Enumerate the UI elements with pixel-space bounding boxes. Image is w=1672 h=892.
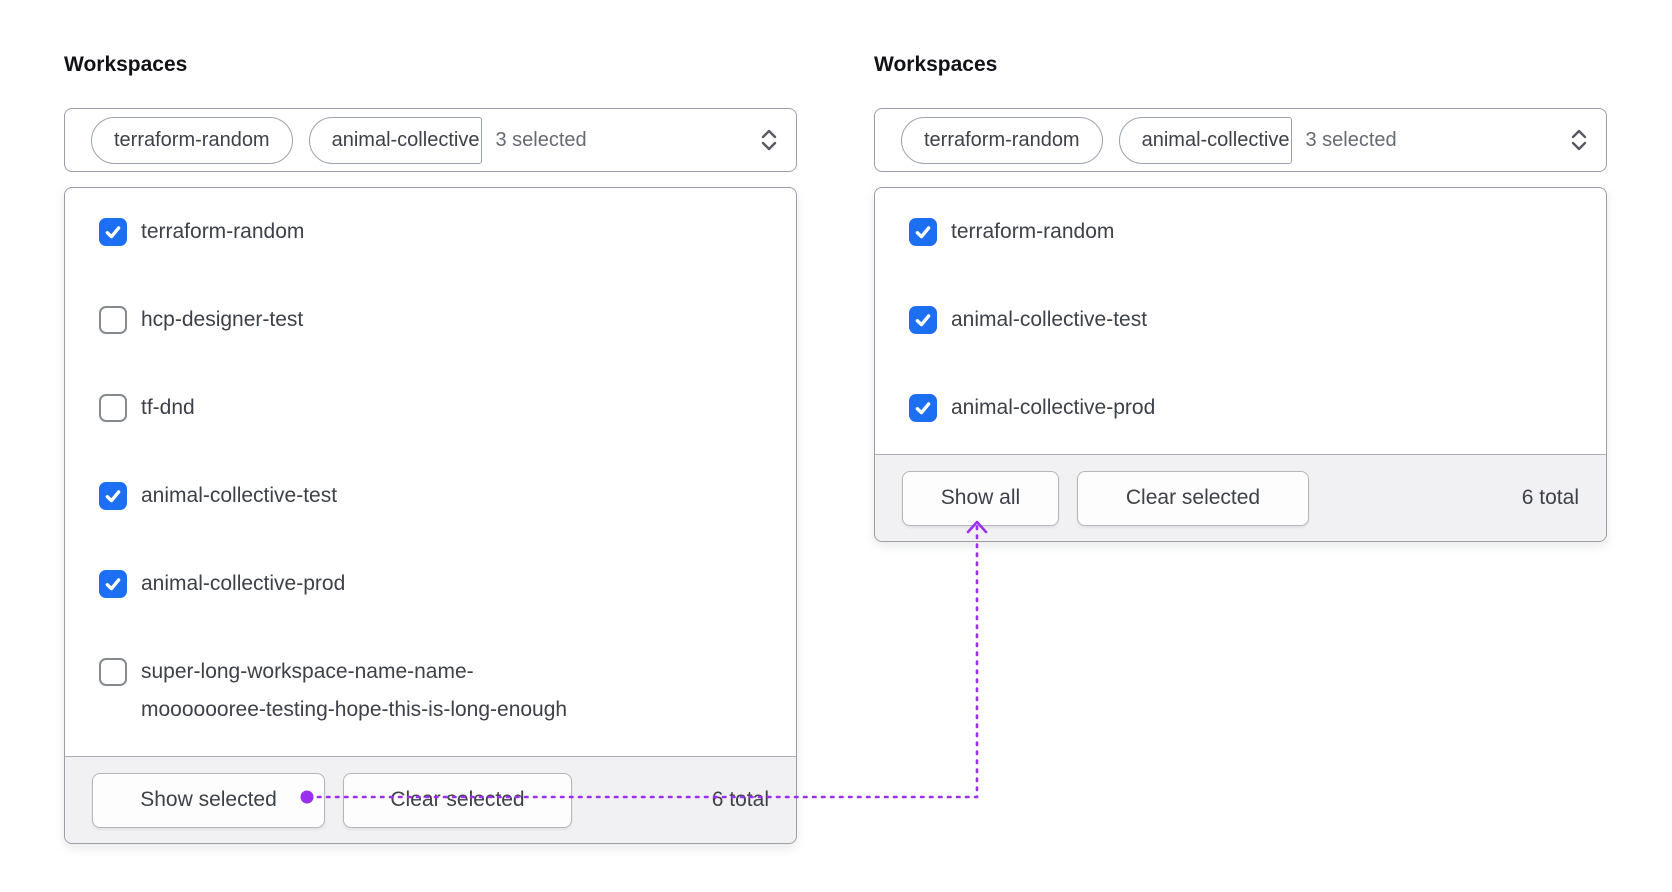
checkbox-checked[interactable] [99, 218, 127, 246]
selected-tag-pills: terraform-random animal-collective [901, 116, 1293, 164]
checkbox-unchecked[interactable] [99, 658, 127, 686]
workspace-option-label: terraform-random [141, 220, 305, 243]
selected-tag-pill[interactable]: animal-collective [1118, 116, 1293, 164]
multiselect-panel-left: Workspaces terraform-random animal-collec… [64, 52, 797, 844]
selected-tag-pill[interactable]: terraform-random [91, 116, 293, 164]
option-list: terraform-random hcp-designer-test tf-dnd a… [65, 188, 796, 756]
workspace-option[interactable]: terraform-random [99, 213, 766, 251]
workspace-option[interactable]: terraform-random [909, 213, 1576, 251]
workspace-option-label: animal-collective-prod [141, 572, 346, 595]
workspace-option[interactable]: animal-collective-prod [99, 565, 766, 603]
checkbox-unchecked[interactable] [99, 306, 127, 334]
multiselect-trigger[interactable]: terraform-random animal-collective 3 sele… [874, 108, 1607, 172]
selected-count: 3 selected [495, 128, 587, 151]
workspace-option-label: super-long-workspace-name-name-moooooore… [141, 660, 568, 721]
checkmark-icon [105, 490, 121, 503]
checkbox-checked[interactable] [909, 306, 937, 334]
field-label: Workspaces [874, 53, 998, 76]
option-list: terraform-random animal-collective-test an… [875, 188, 1606, 454]
selected-count: 3 selected [1305, 128, 1397, 151]
checkbox-unchecked[interactable] [99, 394, 127, 422]
checkbox-checked[interactable] [909, 218, 937, 246]
checkbox-checked[interactable] [99, 570, 127, 598]
workspace-option-label: animal-collective-test [951, 308, 1148, 331]
workspace-option[interactable]: tf-dnd [99, 389, 766, 427]
dropdown-listbox: terraform-random animal-collective-test an… [874, 187, 1607, 542]
clear-selected-button[interactable]: Clear selected [343, 772, 572, 828]
workspace-option[interactable]: animal-collective-test [99, 477, 766, 515]
workspace-option[interactable]: super-long-workspace-name-name-moooooore… [99, 653, 766, 729]
selected-tag-pills: terraform-random animal-collective [91, 116, 483, 164]
selected-tag-pill[interactable]: terraform-random [901, 116, 1103, 164]
workspace-option-label: tf-dnd [141, 396, 195, 419]
show-all-button[interactable]: Show all [902, 470, 1059, 526]
workspace-option-label: hcp-designer-test [141, 308, 304, 331]
multiselect-panel-right: Workspaces terraform-random animal-collec… [874, 52, 1607, 542]
dropdown-footer: Show all Clear selected 6 total [875, 454, 1606, 541]
checkmark-icon [105, 578, 121, 591]
total-count: 6 total [1521, 486, 1579, 509]
checkmark-icon [915, 402, 931, 415]
show-selected-button[interactable]: Show selected [92, 772, 325, 828]
chevron-up-down-icon [1570, 128, 1588, 152]
workspace-option-label: terraform-random [951, 220, 1115, 243]
selected-tag-pill[interactable]: animal-collective [308, 116, 483, 164]
total-count: 6 total [711, 788, 769, 811]
checkmark-icon [105, 226, 121, 239]
clear-selected-button[interactable]: Clear selected [1077, 470, 1309, 526]
multiselect-trigger[interactable]: terraform-random animal-collective 3 sele… [64, 108, 797, 172]
workspace-option[interactable]: animal-collective-prod [909, 389, 1576, 427]
dropdown-footer: Show selected Clear selected 6 total [65, 756, 796, 843]
workspace-option[interactable]: animal-collective-test [909, 301, 1576, 339]
workspace-option[interactable]: hcp-designer-test [99, 301, 766, 339]
checkmark-icon [915, 314, 931, 327]
checkmark-icon [915, 226, 931, 239]
chevron-up-down-icon [760, 128, 778, 152]
dropdown-listbox: terraform-random hcp-designer-test tf-dnd a… [64, 187, 797, 844]
field-label: Workspaces [64, 53, 188, 76]
workspace-option-label: animal-collective-test [141, 484, 338, 507]
checkbox-checked[interactable] [99, 482, 127, 510]
checkbox-checked[interactable] [909, 394, 937, 422]
workspace-option-label: animal-collective-prod [951, 396, 1156, 419]
